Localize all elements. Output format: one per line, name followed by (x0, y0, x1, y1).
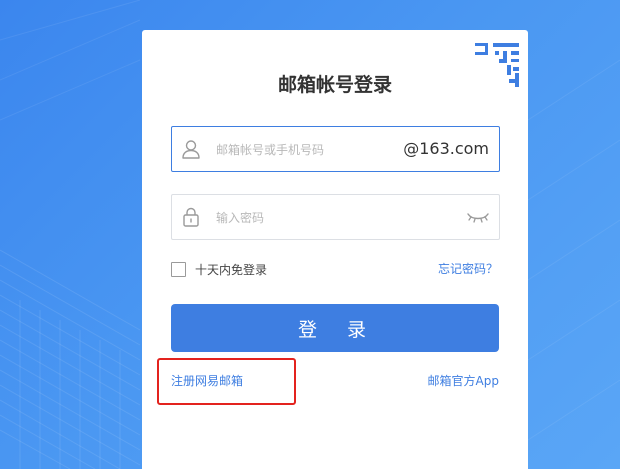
page-title: 邮箱帐号登录 (277, 74, 392, 96)
domain-suffix: @163.com (403, 139, 489, 158)
remember-checkbox[interactable] (171, 261, 186, 277)
remember-label: 十天内免登录 (195, 262, 268, 277)
password-input[interactable] (214, 204, 408, 232)
user-icon (182, 140, 200, 159)
lock-icon (183, 207, 199, 227)
account-field[interactable]: @163.com (171, 126, 500, 172)
password-field[interactable] (171, 194, 500, 240)
login-button[interactable]: 登 录 (171, 304, 499, 352)
register-link[interactable]: 注册网易邮箱 (171, 372, 243, 389)
official-app-link[interactable]: 邮箱官方App (428, 372, 499, 389)
remember-me[interactable]: 十天内免登录 (171, 260, 267, 278)
login-card: 邮箱帐号登录 @163.com 十天内免登录 忘记密码？ 登 录 注册网易邮箱 … (142, 30, 528, 469)
forgot-password-link[interactable]: 忘记密码？ (438, 260, 498, 277)
account-input[interactable] (214, 136, 408, 164)
eye-closed-icon[interactable] (467, 211, 489, 223)
